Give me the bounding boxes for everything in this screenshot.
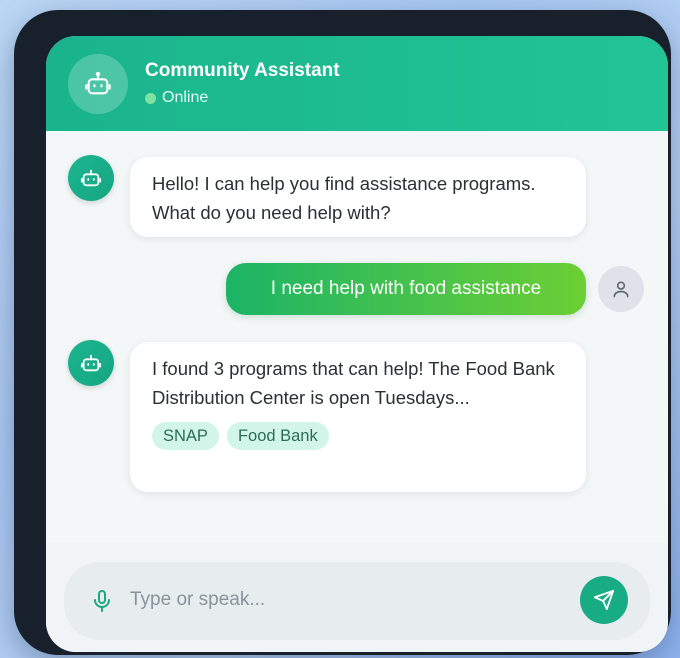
user-avatar bbox=[598, 266, 644, 312]
bot-avatar bbox=[68, 155, 114, 201]
assistant-title: Community Assistant bbox=[145, 60, 340, 81]
robot-icon bbox=[80, 169, 102, 187]
status-label: Online bbox=[162, 89, 209, 106]
bot-avatar bbox=[68, 340, 114, 386]
bot-message-text: Hello! I can help you find assistance pr… bbox=[152, 173, 536, 223]
tag-snap[interactable]: SNAP bbox=[152, 422, 219, 450]
input-placeholder[interactable]: Type or speak... bbox=[130, 589, 265, 611]
microphone-icon[interactable] bbox=[90, 588, 114, 614]
bot-message: Hello! I can help you find assistance pr… bbox=[130, 157, 586, 237]
user-message-text: I need help with food assistance bbox=[270, 278, 542, 299]
bot-message: I found 3 programs that can help! The Fo… bbox=[130, 342, 586, 492]
message-input[interactable]: Type or speak... bbox=[64, 562, 650, 640]
assistant-avatar bbox=[68, 54, 128, 114]
online-status: Online bbox=[145, 89, 208, 107]
tag-food-bank[interactable]: Food Bank bbox=[226, 422, 329, 450]
send-button[interactable] bbox=[580, 576, 628, 624]
message-list[interactable]: Hello! I can help you find assistance pr… bbox=[46, 131, 668, 543]
chat-screen: Community Assistant Online Hello! I can … bbox=[46, 36, 668, 652]
user-icon bbox=[613, 281, 629, 298]
phone-frame: Community Assistant Online Hello! I can … bbox=[14, 10, 671, 655]
robot-icon bbox=[85, 71, 111, 95]
send-icon bbox=[593, 589, 615, 611]
robot-icon bbox=[80, 354, 102, 372]
bot-message-text: I found 3 programs that can help! The Fo… bbox=[152, 358, 555, 408]
composer: Type or speak... bbox=[46, 543, 668, 652]
user-message: I need help with food assistance bbox=[226, 263, 586, 315]
program-tags: SNAP Food Bank bbox=[152, 422, 564, 450]
status-dot-icon bbox=[145, 92, 156, 104]
chat-header: Community Assistant Online bbox=[46, 36, 668, 131]
